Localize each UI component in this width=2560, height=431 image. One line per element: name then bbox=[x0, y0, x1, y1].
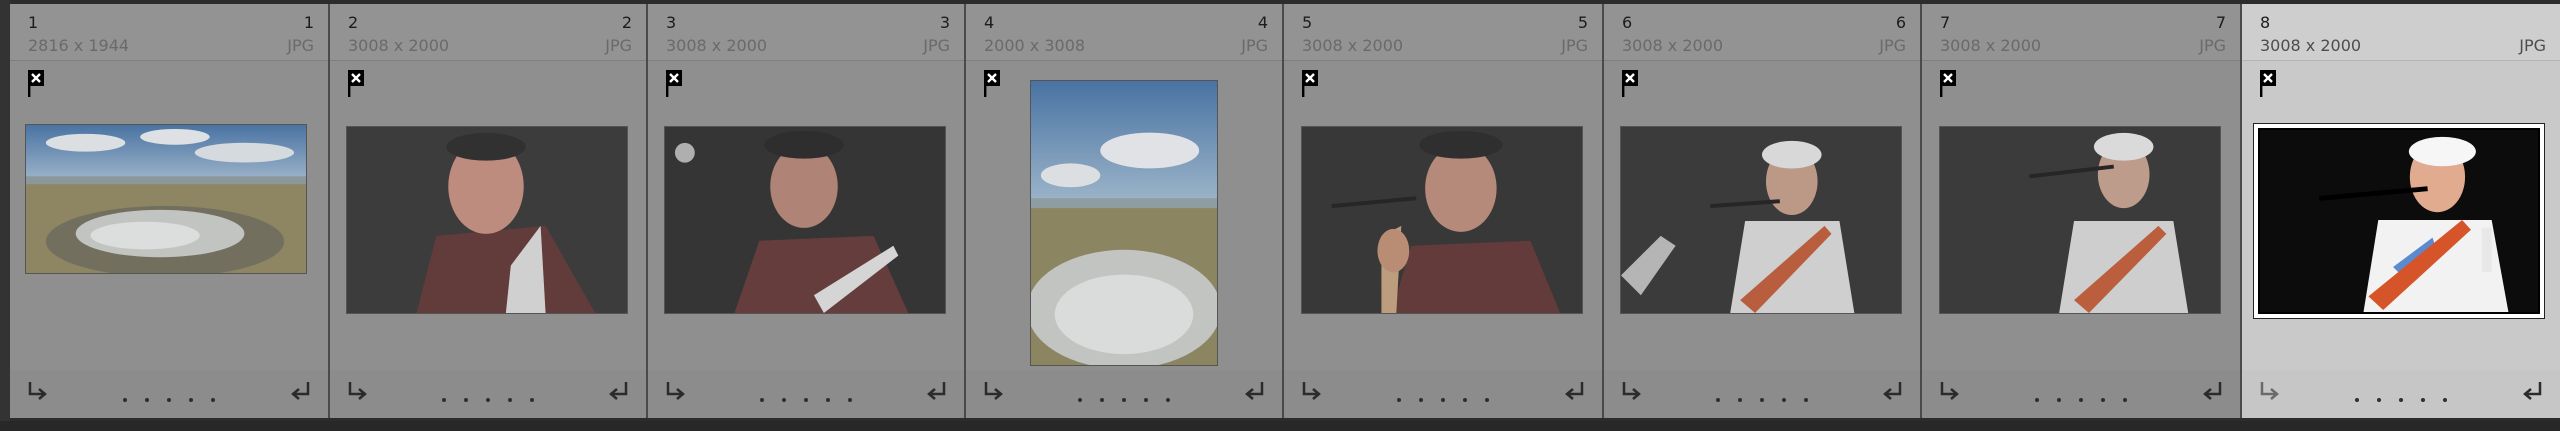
file-type: JPG bbox=[923, 36, 950, 55]
rotate-left-icon[interactable] bbox=[1298, 378, 1326, 406]
cell-footer bbox=[966, 370, 1282, 418]
rating-dots[interactable] bbox=[442, 398, 534, 402]
rejected-flag-icon[interactable] bbox=[1938, 68, 1960, 98]
image-dimensions: 3008 x 2000 bbox=[348, 36, 450, 55]
cell-index-right: 1 bbox=[303, 13, 314, 32]
rotate-right-icon[interactable] bbox=[1240, 378, 1268, 406]
thumbnail-cell-2[interactable]: 2 2 3008 x 2000 JPG bbox=[330, 4, 648, 418]
thumbnail-image-selected[interactable] bbox=[2258, 128, 2540, 314]
rejected-flag-icon[interactable] bbox=[2258, 68, 2280, 98]
cell-index: 7 bbox=[1940, 13, 1951, 32]
rejected-flag-icon[interactable] bbox=[26, 68, 48, 98]
image-dimensions: 3008 x 2000 bbox=[1622, 36, 1724, 55]
rating-dots[interactable] bbox=[2355, 398, 2447, 402]
rotate-left-icon[interactable] bbox=[1936, 378, 1964, 406]
rejected-flag-icon[interactable] bbox=[664, 68, 686, 98]
cell-index: 4 bbox=[984, 13, 995, 32]
thumbnail-image[interactable] bbox=[1939, 126, 2221, 314]
filmstrip: 1 1 2816 x 1944 JPG 2 2 3008 x 2000 JPG … bbox=[0, 0, 2560, 431]
file-type: JPG bbox=[2519, 36, 2546, 55]
rating-dots[interactable] bbox=[1716, 398, 1808, 402]
rotate-right-icon[interactable] bbox=[922, 378, 950, 406]
file-type: JPG bbox=[2199, 36, 2226, 55]
file-type: JPG bbox=[1241, 36, 1268, 55]
cell-header: 3 3 3008 x 2000 JPG bbox=[648, 4, 964, 61]
rotate-right-icon[interactable] bbox=[1878, 378, 1906, 406]
cell-index-right: 5 bbox=[1577, 13, 1588, 32]
rotate-left-icon[interactable] bbox=[24, 378, 52, 406]
cell-footer bbox=[1284, 370, 1602, 418]
thumbnail-image[interactable] bbox=[1620, 126, 1902, 314]
rotate-right-icon[interactable] bbox=[1560, 378, 1588, 406]
cell-footer bbox=[10, 370, 328, 418]
rejected-flag-icon[interactable] bbox=[982, 68, 1004, 98]
image-dimensions: 2816 x 1944 bbox=[28, 36, 130, 55]
rating-dots[interactable] bbox=[760, 398, 852, 402]
thumbnail-cell-4[interactable]: 4 4 2000 x 3008 JPG bbox=[966, 4, 1284, 418]
cell-index: 8 bbox=[2260, 13, 2271, 32]
cell-index-right: 4 bbox=[1257, 13, 1268, 32]
rotate-right-icon[interactable] bbox=[2198, 378, 2226, 406]
file-type: JPG bbox=[1561, 36, 1588, 55]
rotate-right-icon[interactable] bbox=[2518, 378, 2546, 406]
cell-footer bbox=[2242, 370, 2560, 418]
file-type: JPG bbox=[605, 36, 632, 55]
cell-index: 3 bbox=[666, 13, 677, 32]
cell-index: 6 bbox=[1622, 13, 1633, 32]
rotate-left-icon[interactable] bbox=[344, 378, 372, 406]
cell-index-right: 6 bbox=[1895, 13, 1906, 32]
rotate-left-icon[interactable] bbox=[1618, 378, 1646, 406]
image-dimensions: 3008 x 2000 bbox=[1940, 36, 2042, 55]
rejected-flag-icon[interactable] bbox=[1620, 68, 1642, 98]
cell-footer bbox=[648, 370, 964, 418]
file-type: JPG bbox=[287, 36, 314, 55]
cell-header: 5 5 3008 x 2000 JPG bbox=[1284, 4, 1602, 61]
cell-index: 2 bbox=[348, 13, 359, 32]
cell-header: 4 4 2000 x 3008 JPG bbox=[966, 4, 1282, 61]
thumbnail-image[interactable] bbox=[1030, 80, 1218, 366]
image-dimensions: 3008 x 2000 bbox=[1302, 36, 1404, 55]
thumbnail-cell-7[interactable]: 7 7 3008 x 2000 JPG bbox=[1922, 4, 2242, 418]
file-type: JPG bbox=[1879, 36, 1906, 55]
cell-footer bbox=[1922, 370, 2240, 418]
thumbnail-image[interactable] bbox=[25, 124, 307, 274]
cell-header: 8 3008 x 2000 JPG bbox=[2242, 4, 2560, 61]
rotate-left-icon[interactable] bbox=[980, 378, 1008, 406]
thumbnail-image[interactable] bbox=[664, 126, 946, 314]
rotate-left-icon[interactable] bbox=[662, 378, 690, 406]
thumbnail-cell-8[interactable]: 8 3008 x 2000 JPG bbox=[2242, 4, 2560, 418]
rating-dots[interactable] bbox=[123, 398, 215, 402]
cell-header: 7 7 3008 x 2000 JPG bbox=[1922, 4, 2240, 61]
thumbnail-image[interactable] bbox=[1301, 126, 1583, 314]
rating-dots[interactable] bbox=[1078, 398, 1170, 402]
thumbnail-cell-3[interactable]: 3 3 3008 x 2000 JPG bbox=[648, 4, 966, 418]
thumbnail-cell-5[interactable]: 5 5 3008 x 2000 JPG bbox=[1284, 4, 1604, 418]
thumbnail-image[interactable] bbox=[346, 126, 628, 314]
rotate-right-icon[interactable] bbox=[286, 378, 314, 406]
cell-index-right: 7 bbox=[2215, 13, 2226, 32]
rotate-left-icon[interactable] bbox=[2256, 378, 2284, 406]
cell-footer bbox=[330, 370, 646, 418]
image-dimensions: 3008 x 2000 bbox=[2260, 36, 2362, 55]
cell-header: 1 1 2816 x 1944 JPG bbox=[10, 4, 328, 61]
rotate-right-icon[interactable] bbox=[604, 378, 632, 406]
rating-dots[interactable] bbox=[2035, 398, 2127, 402]
cell-footer bbox=[1604, 370, 1920, 418]
image-dimensions: 2000 x 3008 bbox=[984, 36, 1086, 55]
thumbnail-cell-1[interactable]: 1 1 2816 x 1944 JPG bbox=[10, 4, 330, 418]
cell-index: 1 bbox=[28, 13, 39, 32]
thumbnail-cell-6[interactable]: 6 6 3008 x 2000 JPG bbox=[1604, 4, 1922, 418]
cell-header: 2 2 3008 x 2000 JPG bbox=[330, 4, 646, 61]
rejected-flag-icon[interactable] bbox=[1300, 68, 1322, 98]
image-dimensions: 3008 x 2000 bbox=[666, 36, 768, 55]
cell-index: 5 bbox=[1302, 13, 1313, 32]
cell-header: 6 6 3008 x 2000 JPG bbox=[1604, 4, 1920, 61]
cell-index-right: 2 bbox=[621, 13, 632, 32]
rejected-flag-icon[interactable] bbox=[346, 68, 368, 98]
rating-dots[interactable] bbox=[1397, 398, 1489, 402]
cell-index-right: 3 bbox=[939, 13, 950, 32]
